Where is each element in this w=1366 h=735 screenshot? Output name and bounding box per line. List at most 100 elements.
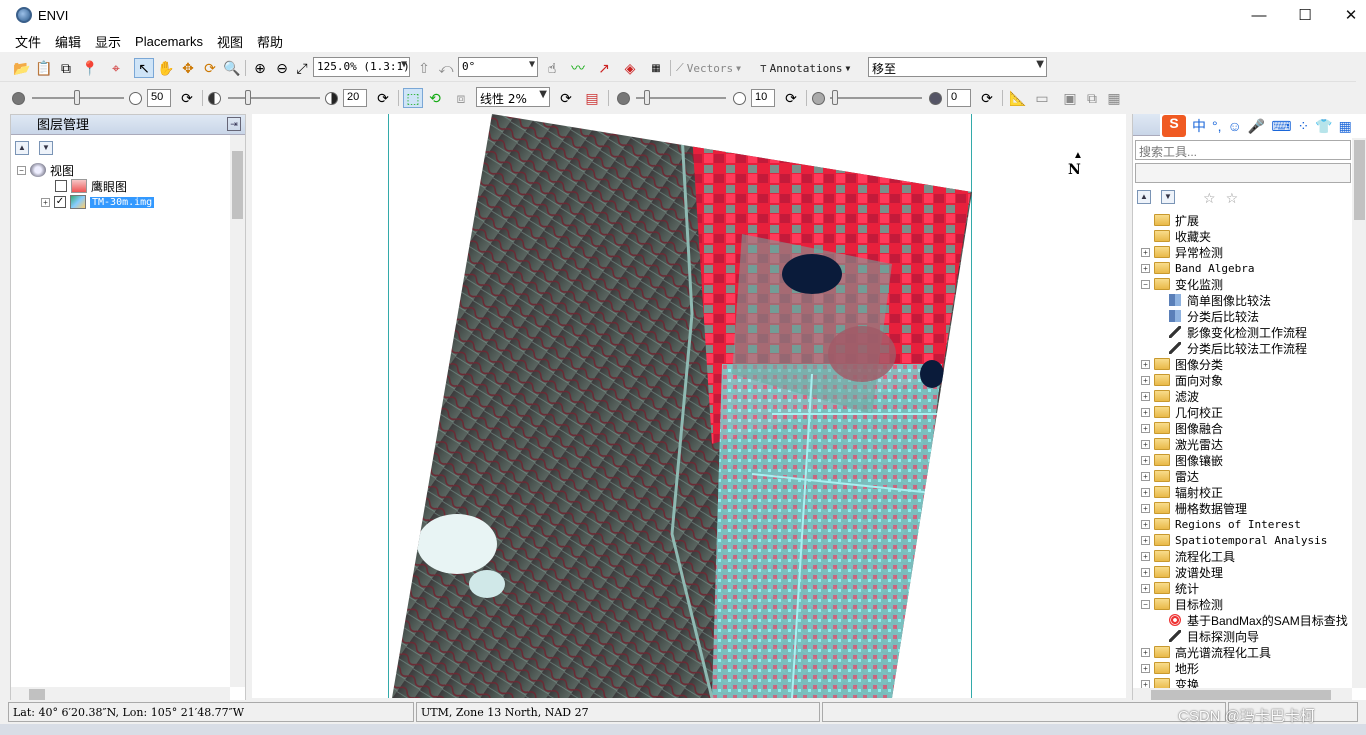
expand-toggle[interactable]: + [1141,423,1150,433]
ime-emoji-icon[interactable]: ☺ [1228,118,1242,134]
transparency-value[interactable]: 0 [947,89,971,107]
toolbox-item[interactable]: − 目标检测 [1141,596,1223,612]
reset-contrast-icon[interactable]: ⟳ [373,88,393,108]
toolbox-item[interactable]: 扩展 [1141,212,1199,228]
layer-vertical-scrollbar[interactable] [230,135,245,687]
tree-root-view[interactable]: − 视图 [17,162,74,178]
zoom-in-icon[interactable]: ⊕ [250,58,270,78]
contrast-value[interactable]: 20 [343,89,367,107]
expand-toggle[interactable]: + [1141,471,1150,481]
toolbox-item[interactable]: 影像变化检测工作流程 [1169,324,1307,340]
toolbox-item[interactable]: 简单图像比较法 [1169,292,1271,308]
expand-toggle[interactable]: + [1141,583,1150,593]
menu-view[interactable]: 视图 [210,32,250,51]
toolbox-item[interactable]: + Spatiotemporal Analysis [1141,532,1327,548]
expand-toggle[interactable]: + [1141,391,1150,401]
layout-single-icon[interactable]: ▭ [1032,88,1052,108]
toolbox-item[interactable]: + 滤波 [1141,388,1199,404]
menu-help[interactable]: 帮助 [250,32,290,51]
rotate-left-icon[interactable]: ⤺ [436,58,456,78]
reset-transparency-icon[interactable]: ⟳ [977,88,997,108]
fly-icon[interactable]: ✥ [178,58,198,78]
expand-toggle[interactable]: + [1141,663,1150,673]
toolbox-item[interactable]: 基于BandMax的SAM目标查找 [1169,612,1348,628]
toolbox-item[interactable]: 分类后比较法工作流程 [1169,340,1307,356]
crop-icon[interactable]: ⧉ [56,58,76,78]
expand-toggle[interactable]: + [1141,407,1150,417]
crosshair-icon[interactable]: ⌖ [106,58,126,78]
toolbox-item[interactable]: + 栅格数据管理 [1141,500,1247,516]
select-arrow-icon[interactable]: ↖ [134,58,154,78]
toolbox-item[interactable]: + 流程化工具 [1141,548,1235,564]
toolbox-item[interactable]: + 辐射校正 [1141,484,1223,500]
sogou-icon[interactable]: S [1162,115,1186,137]
expand-toggle[interactable]: + [1141,375,1150,385]
ime-menu-icon[interactable]: ▦ [1339,118,1352,135]
toolbox-item[interactable]: + 图像分类 [1141,356,1223,372]
data-manager-icon[interactable]: 📋 [34,58,54,78]
expand-toggle[interactable]: + [1141,519,1150,529]
toolbox-vertical-scrollbar[interactable] [1352,136,1366,688]
sharpen-value[interactable]: 10 [751,89,775,107]
star-add-icon[interactable]: ☆ [1226,190,1239,207]
brightness-slider[interactable] [32,90,124,105]
ime-keyboard-icon[interactable]: ⌨ [1271,118,1291,135]
toolbox-item[interactable]: 分类后比较法 [1169,308,1259,324]
collapse-toggle[interactable]: − [17,165,26,175]
full-extent-icon[interactable]: ⬚ [403,88,423,108]
brightness-value[interactable]: 50 [147,89,171,107]
expand-toggle[interactable]: + [1141,263,1150,273]
expand-toggle[interactable]: + [1141,503,1150,513]
star-icon[interactable]: ☆ [1203,190,1216,207]
zoom-fit-icon[interactable]: ⤢ [292,58,312,78]
image-view[interactable]: N ▲ [252,114,1126,698]
layout-multi-icon[interactable]: ⧉ [1082,88,1102,108]
roi-icon[interactable]: ◈ [620,58,640,78]
annotations-dropdown[interactable]: ⊤ Annotations ▼ [760,58,850,78]
toolbox-item[interactable]: + 激光雷达 [1141,436,1223,452]
xy-profile-icon[interactable]: ↗ [594,58,614,78]
contrast-slider[interactable] [228,90,320,105]
expand-toggle[interactable]: + [41,197,50,207]
expand-toggle[interactable]: + [1141,455,1150,465]
histogram-icon[interactable]: ▤ [582,88,602,108]
rotate-up-icon[interactable]: ⇧ [414,58,434,78]
expand-toggle[interactable]: − [1141,599,1150,609]
toolbox-item[interactable]: 收藏夹 [1141,228,1211,244]
toolbox-item[interactable]: + 高光谱流程化工具 [1141,644,1271,660]
spectral-profile-icon[interactable]: 〰 [568,58,588,78]
sharpen-slider[interactable] [636,90,726,105]
layer-item-tm[interactable]: + ✓ TM-30m.img [41,194,155,210]
pin-icon[interactable]: ⇥ [227,117,241,131]
metadata-icon[interactable]: ▦ [646,58,666,78]
layout-split-icon[interactable]: ▣ [1060,88,1080,108]
minimize-button[interactable]: — [1236,0,1282,30]
reset-sharpen-icon[interactable]: ⟳ [781,88,801,108]
ime-tools-icon[interactable]: ⁘ [1297,118,1309,135]
collapse-up-icon[interactable]: ▲ [1137,190,1151,204]
toolbox-item[interactable]: 目标探测向导 [1169,628,1259,644]
view-extent-icon[interactable]: ⟲ [425,88,445,108]
expand-toggle[interactable]: + [1141,439,1150,449]
overview-checkbox[interactable] [55,180,67,192]
tm-checkbox[interactable]: ✓ [54,196,66,208]
transparency-slider[interactable] [830,90,922,105]
toolbox-item[interactable]: − 变化监测 [1141,276,1223,292]
zoom-select[interactable]: 125.0% (1.3:1) ▼ [313,57,410,77]
expand-toggle[interactable]: + [1141,487,1150,497]
toolbox-item[interactable]: + 图像镶嵌 [1141,452,1223,468]
ime-voice-icon[interactable]: 🎤 [1248,118,1265,135]
zoom-out-icon[interactable]: ⊖ [272,58,292,78]
reset-stretch-icon[interactable]: ⟳ [556,88,576,108]
cursor-value-icon[interactable]: ☝ [542,58,562,78]
expand-down-icon[interactable]: ▼ [39,141,53,155]
pan-hand-icon[interactable]: ✋ [156,58,176,78]
toolbox-item[interactable]: + 几何校正 [1141,404,1223,420]
layer-item-overview[interactable]: 鹰眼图 [55,178,127,194]
expand-toggle[interactable]: + [1141,551,1150,561]
toolbox-item[interactable]: + 异常检测 [1141,244,1223,260]
goto-combo[interactable]: 移至 ▼ [868,57,1047,77]
toolbox-item[interactable]: + 波谱处理 [1141,564,1223,580]
placemark-icon[interactable]: 📍 [80,58,100,78]
zoom-icon[interactable]: 🔍 [222,58,242,78]
